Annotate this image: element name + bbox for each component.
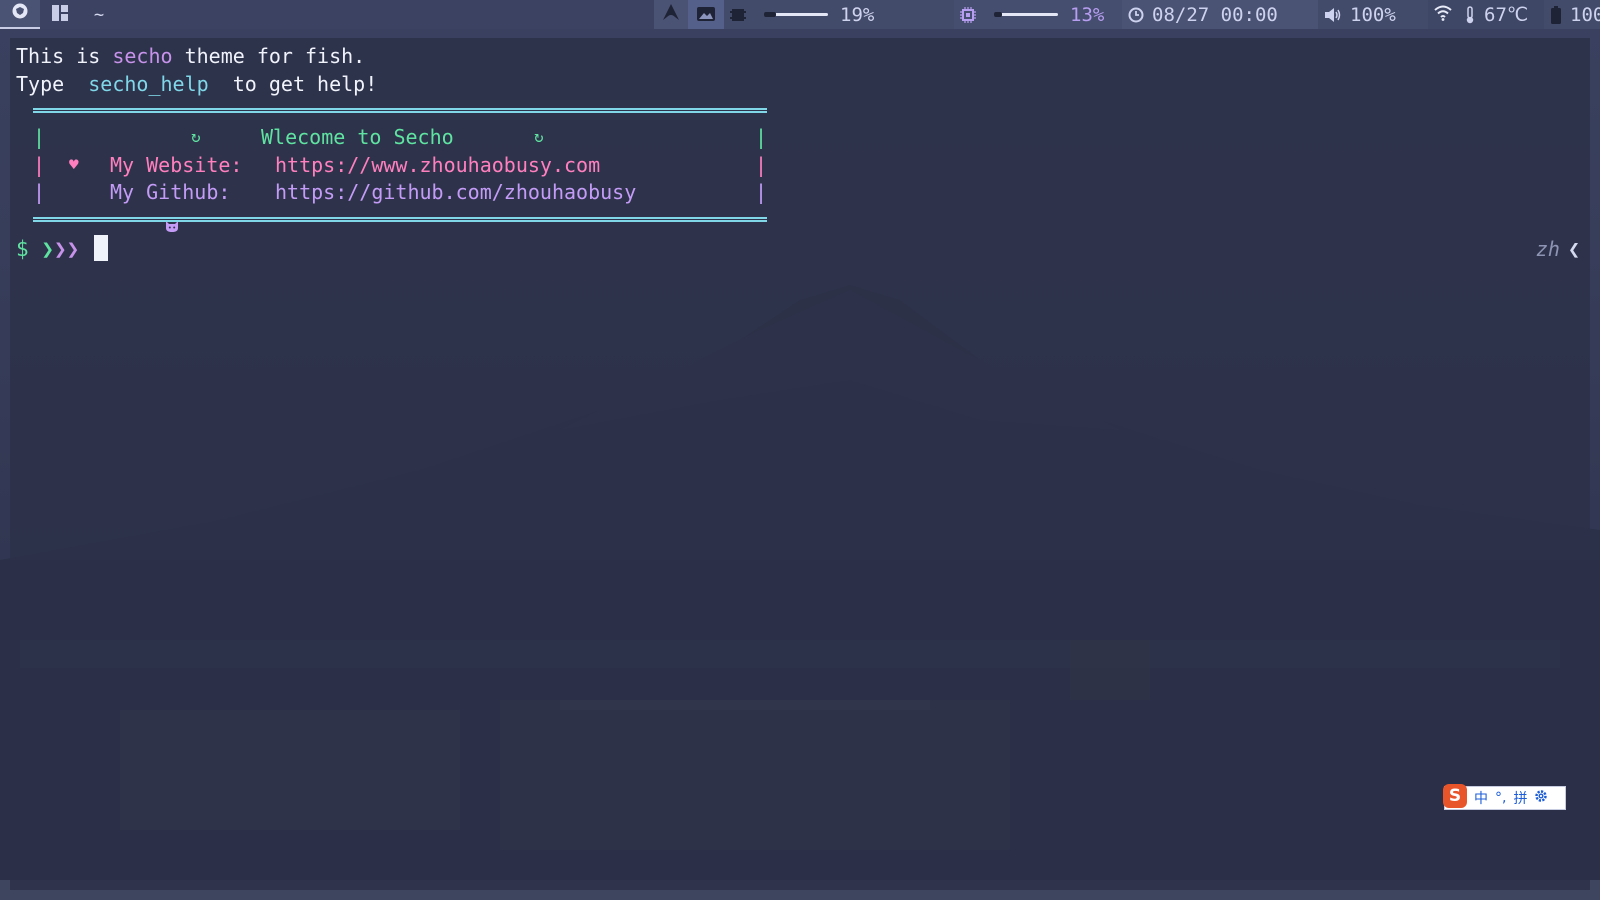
workspace-1[interactable] [0, 0, 40, 29]
chevron-left-icon: ❮ [1567, 237, 1580, 261]
volume-text: 100% [1350, 3, 1396, 26]
prompt-arrow: ❯ [66, 237, 80, 261]
theme-name: secho [112, 44, 173, 68]
greeting-text: This is [16, 44, 113, 68]
banner-title-row: | ↻ Wlecome to Secho ↻ | [33, 123, 767, 151]
prompt-arrow: ❯ [53, 237, 67, 261]
memory-chip-icon [730, 7, 746, 23]
workspace-3[interactable]: ~ [86, 0, 112, 29]
temperature-text: 67℃ [1484, 3, 1529, 26]
network-module[interactable] [1428, 0, 1458, 29]
cpu-usage-fill [994, 12, 1003, 17]
prompt-arrows: ❯❯❯ [41, 237, 79, 261]
gear-icon[interactable] [1534, 789, 1548, 807]
shell-prompt[interactable]: $ ❯❯❯ [16, 235, 108, 263]
github-url[interactable]: https://github.com/zhouhaobusy [275, 178, 636, 206]
greeting-text: theme for fish. [172, 44, 366, 68]
memory-module[interactable]: 19% [724, 0, 954, 29]
help-text: Type [16, 72, 89, 96]
battery-icon [1550, 5, 1562, 24]
temperature-module[interactable]: 67℃ [1458, 0, 1544, 29]
thermometer-icon [1464, 5, 1476, 24]
input-language: zh [1535, 237, 1560, 261]
wallpaper-module[interactable] [688, 0, 724, 29]
cpu-percent: 13% [1070, 3, 1105, 26]
github-label: My Github: [110, 180, 231, 204]
sogou-logo-icon[interactable]: S [1443, 784, 1467, 808]
arch-logo-icon [662, 3, 680, 26]
banner-github-row: | My Github: https://github.com/zhouhaob… [33, 178, 767, 232]
memory-usage-fill [764, 12, 777, 17]
battery-module[interactable]: 100% [1544, 0, 1600, 29]
memory-percent: 19% [840, 3, 875, 26]
ime-mode-toggle[interactable]: 中 [1474, 788, 1488, 808]
ime-toolbar[interactable]: S 中 °, 拼 [1443, 784, 1566, 810]
shield-icon [11, 2, 29, 25]
help-text: to get help! [208, 72, 378, 96]
memory-usage-bar [764, 12, 828, 17]
workspace-label: ~ [93, 4, 105, 25]
cpu-module[interactable]: 13% [954, 0, 1122, 29]
prompt-dollar: $ [16, 237, 29, 261]
banner-bottom-border [33, 217, 767, 222]
clock-icon [1128, 7, 1144, 23]
right-prompt: zh ❮ [1536, 235, 1580, 263]
wifi-icon [1434, 4, 1452, 26]
banner-title: Wlecome to Secho [261, 125, 454, 149]
prompt-arrow: ❯ [41, 237, 54, 261]
help-command: secho_help [88, 72, 209, 96]
text-cursor [93, 235, 108, 261]
status-modules: 19% 13% 08/27 00:00 100% 67℃ 100 [654, 0, 1600, 29]
volume-module[interactable]: 100% [1318, 0, 1428, 29]
banner-border-right: | [754, 125, 767, 149]
battery-text: 100% [1570, 3, 1600, 26]
greeting-line-2: Type secho_help to get help! [16, 70, 377, 98]
clock-text: 08/27 00:00 [1152, 3, 1278, 26]
layout-icon [52, 4, 68, 26]
welcome-banner: | ↻ Wlecome to Secho ↻ | | ♥ My Website:… [33, 108, 767, 232]
top-status-bar: ~ 19% 13% 08/27 00:00 100% 67℃ 100 [0, 0, 1600, 29]
speaker-icon [1324, 7, 1342, 23]
ime-punctuation-toggle[interactable]: °, [1495, 790, 1506, 806]
website-label: My Website: [110, 153, 243, 177]
website-url[interactable]: https://www.zhouhaobusy.com [275, 151, 600, 179]
image-icon [697, 4, 715, 26]
clock-module[interactable]: 08/27 00:00 [1122, 0, 1318, 29]
terminal-window[interactable]: This is secho theme for fish. Type secho… [10, 38, 1590, 890]
banner-border-right: | [754, 180, 767, 204]
banner-border-left: | [33, 180, 46, 204]
cpu-usage-bar [994, 12, 1058, 17]
workspace-2[interactable] [40, 0, 80, 29]
arch-launcher[interactable] [654, 0, 688, 29]
banner-website-row: | ♥ My Website: https://www.zhouhaobusy.… [33, 151, 767, 179]
banner-border-right: | [754, 153, 767, 177]
cpu-icon [960, 6, 976, 23]
heart-icon: ♥ [69, 155, 79, 174]
refresh-icon: ↻ [191, 127, 201, 146]
banner-top-border [33, 108, 767, 113]
greeting-line-1: This is secho theme for fish. [16, 42, 365, 70]
banner-border-left: | [33, 125, 46, 149]
refresh-icon: ↻ [534, 127, 544, 146]
banner-border-left: | [33, 153, 46, 177]
ime-layout-toggle[interactable]: 拼 [1513, 788, 1527, 808]
